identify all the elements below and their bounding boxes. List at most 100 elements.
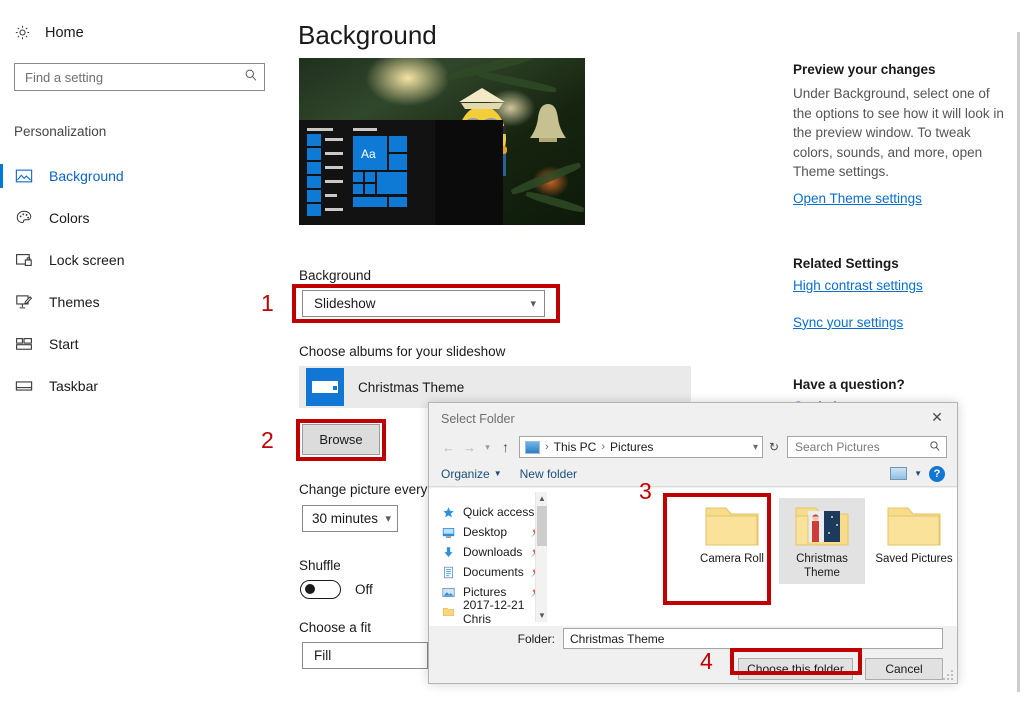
dialog-search-input[interactable]: Search Pictures	[787, 436, 947, 458]
preview-help-body: Under Background, select one of the opti…	[793, 86, 1004, 180]
sidebar-item-home[interactable]: Home	[14, 24, 84, 41]
taskbar-icon	[14, 377, 33, 396]
folder-icon-with-preview	[794, 503, 850, 549]
folder-saved-pictures[interactable]: Saved Pictures	[871, 498, 957, 570]
pictures-icon	[441, 585, 456, 599]
dialog-search-placeholder: Search Pictures	[795, 440, 880, 454]
dialog-toolbar: Organize ▼ New folder ▼ ?	[429, 461, 957, 487]
nav-item-label: Quick access	[463, 505, 535, 519]
breadcrumb-separator: ›	[545, 441, 549, 453]
background-preview: Aa	[299, 58, 585, 225]
resize-grip-icon[interactable]	[943, 670, 954, 681]
sidebar-item-lock-screen[interactable]: Lock screen	[0, 239, 280, 281]
sidebar-item-label: Background	[49, 168, 124, 184]
sidebar-item-start[interactable]: Start	[0, 323, 280, 365]
dialog-nav-pane: Quick access Desktop 📌 Downloads 📌	[429, 488, 551, 626]
sidebar-item-label: Lock screen	[49, 252, 125, 268]
pictures-icon	[525, 440, 540, 454]
nav-item-documents[interactable]: Documents 📌	[429, 562, 551, 582]
change-view-icon[interactable]	[890, 467, 908, 480]
nav-item-label: Pictures	[463, 585, 507, 599]
organize-menu[interactable]: Organize ▼	[441, 467, 502, 481]
nav-item-christmas-folder[interactable]: 2017-12-21 Chris	[429, 598, 551, 626]
folder-icon	[441, 605, 456, 619]
open-theme-settings-link[interactable]: Open Theme settings	[793, 191, 1008, 206]
annotation-box-1	[292, 284, 560, 323]
shuffle-state-label: Off	[355, 582, 373, 597]
dialog-nav-scrollbar[interactable]: ▲ ▼	[535, 492, 547, 622]
annotation-number-2: 2	[261, 427, 274, 453]
shuffle-field-label: Shuffle	[299, 558, 341, 573]
folder-christmas-theme[interactable]: Christmas Theme	[779, 498, 865, 585]
nav-item-quick-access[interactable]: Quick access	[429, 502, 551, 522]
recent-locations-icon[interactable]: ▾	[481, 436, 494, 458]
chevron-down-icon: ▾	[385, 513, 391, 525]
sidebar-item-colors[interactable]: Colors	[0, 197, 280, 239]
nav-item-desktop[interactable]: Desktop 📌	[429, 522, 551, 542]
star-icon	[441, 505, 456, 519]
chevron-down-icon: ▼	[493, 469, 502, 478]
address-bar[interactable]: › This PC › Pictures ▾	[519, 436, 763, 458]
shuffle-toggle-group[interactable]: Off	[300, 580, 373, 599]
annotation-box-2	[296, 419, 386, 461]
scrollbar-thumb[interactable]	[537, 506, 547, 546]
scroll-up-icon[interactable]: ▲	[536, 492, 548, 505]
change-picture-field-label: Change picture every	[299, 482, 428, 497]
forward-icon[interactable]: →	[460, 436, 479, 458]
chevron-down-icon[interactable]: ▼	[914, 469, 922, 478]
annotation-box-3	[663, 493, 771, 605]
dialog-footer: Folder: Christmas Theme Choose this fold…	[429, 624, 957, 683]
lock-screen-icon	[14, 251, 33, 270]
nav-item-label: Desktop	[463, 525, 508, 539]
fit-value: Fill	[314, 648, 332, 663]
high-contrast-settings-link[interactable]: High contrast settings	[793, 278, 1008, 293]
page-scrollbar[interactable]	[1017, 32, 1020, 692]
up-icon[interactable]: ↑	[496, 436, 515, 458]
chevron-down-icon[interactable]: ▾	[753, 442, 758, 453]
background-field-label: Background	[299, 268, 372, 283]
palette-icon	[14, 209, 33, 228]
annotation-number-3: 3	[639, 478, 652, 504]
folder-label: Christmas Theme	[796, 553, 848, 580]
shuffle-toggle[interactable]	[300, 580, 341, 599]
nav-item-label: Downloads	[463, 545, 523, 559]
close-icon[interactable]: ✕	[923, 407, 951, 427]
nav-item-label: Documents	[463, 565, 524, 579]
refresh-icon[interactable]: ↻	[765, 436, 783, 458]
bell-ornament	[530, 104, 566, 142]
folder-name-input[interactable]: Christmas Theme	[563, 628, 943, 649]
sidebar-item-label: Start	[49, 336, 79, 352]
sidebar-item-background[interactable]: Background	[0, 155, 280, 197]
downloads-icon	[441, 545, 456, 559]
dialog-title: Select Folder	[441, 412, 515, 426]
sidebar-nav: Background Colors Lock screen Themes Sta…	[0, 155, 280, 407]
home-label: Home	[45, 24, 84, 41]
album-name: Christmas Theme	[358, 379, 465, 395]
sidebar-item-taskbar[interactable]: Taskbar	[0, 365, 280, 407]
folder-field-label: Folder:	[517, 631, 555, 646]
related-settings-heading: Related Settings	[793, 255, 899, 271]
cancel-button[interactable]: Cancel	[865, 658, 943, 680]
fit-dropdown[interactable]: Fill	[302, 642, 428, 669]
help-panel: Preview your changes Under Background, s…	[793, 62, 1008, 414]
sidebar-item-themes[interactable]: Themes	[0, 281, 280, 323]
page-title: Background	[298, 20, 437, 50]
breadcrumb-separator: ›	[601, 441, 606, 453]
picture-icon	[14, 167, 33, 186]
back-icon[interactable]: ←	[439, 436, 458, 458]
annotation-number-4: 4	[700, 648, 713, 674]
new-folder-button[interactable]: New folder	[520, 467, 577, 481]
folder-label: Saved Pictures	[875, 553, 953, 565]
have-a-question-heading: Have a question?	[793, 376, 905, 392]
scroll-down-icon[interactable]: ▼	[536, 609, 548, 622]
nav-item-downloads[interactable]: Downloads 📌	[429, 542, 551, 562]
help-icon[interactable]: ?	[929, 465, 945, 482]
breadcrumb-pictures[interactable]: Pictures	[610, 440, 653, 454]
search-box[interactable]	[14, 63, 265, 91]
change-picture-dropdown[interactable]: 30 minutes ▾	[302, 505, 398, 532]
search-input[interactable]	[25, 69, 244, 85]
sync-your-settings-link[interactable]: Sync your settings	[793, 315, 1008, 330]
themes-icon	[14, 293, 33, 312]
sidebar-item-label: Themes	[49, 294, 100, 310]
breadcrumb-this-pc[interactable]: This PC	[554, 440, 597, 454]
